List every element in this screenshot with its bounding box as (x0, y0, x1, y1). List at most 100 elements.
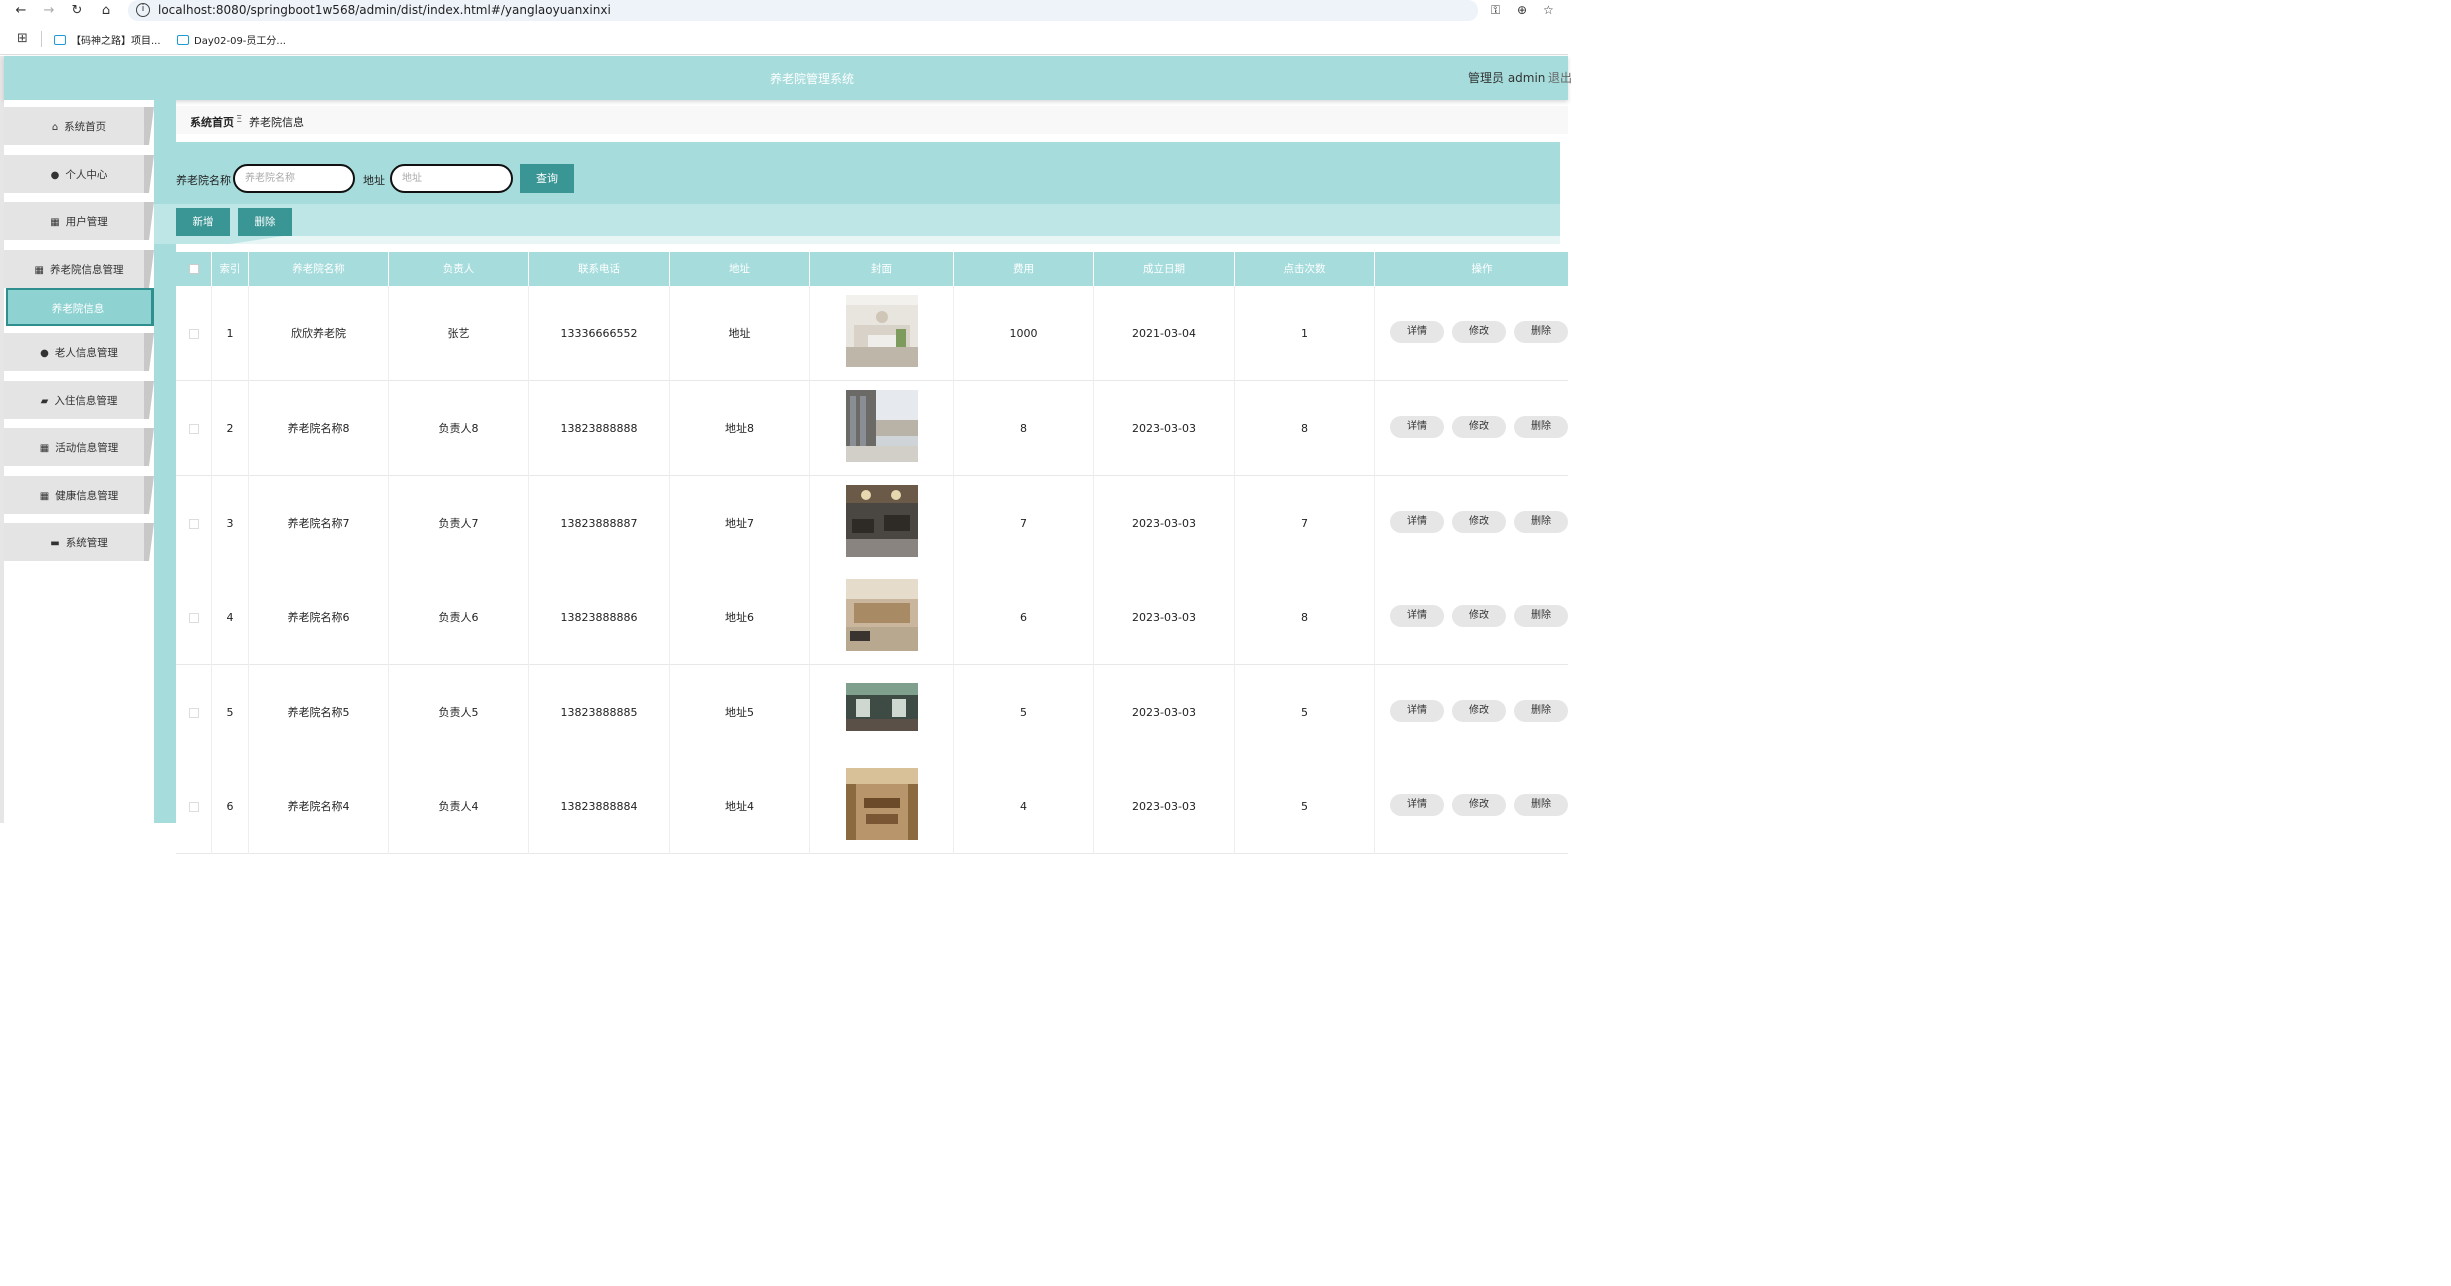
row-checkbox[interactable] (189, 708, 199, 718)
row-checkbox[interactable] (189, 424, 199, 434)
detail-button[interactable]: 详情 (1390, 605, 1444, 627)
sidebar-item-home[interactable]: ⌂ 系统首页 (4, 107, 154, 145)
delete-button[interactable]: 删除 (1514, 416, 1568, 438)
select-cell (176, 570, 212, 665)
home-icon[interactable]: ⌂ (97, 2, 115, 20)
sidebar-item-label: 系统管理 (65, 537, 108, 549)
name-search-input[interactable]: 养老院名称 (233, 164, 355, 193)
key-icon[interactable]: ⚿ (1491, 3, 1500, 18)
batch-delete-button[interactable]: 删除 (238, 208, 292, 236)
edit-button[interactable]: 修改 (1452, 794, 1506, 816)
table-row: 1 欣欣养老院 张艺 13336666552 地址 1000 2021-03-0… (176, 286, 1568, 381)
cover-image[interactable] (846, 485, 918, 557)
row-checkbox[interactable] (189, 329, 199, 339)
sidebar-subitem-nursing-home-info[interactable]: 养老院信息 (6, 288, 155, 326)
row-checkbox[interactable] (189, 519, 199, 529)
header-ops: 操作 (1471, 263, 1493, 275)
cell-name: 养老院名称6 (249, 570, 389, 665)
bookmark-item-1[interactable]: 【码神之路】项目... (54, 32, 161, 47)
reload-icon[interactable]: ↻ (68, 2, 86, 20)
cell-phone: 13823888884 (529, 759, 670, 854)
cell-index: 3 (212, 476, 249, 571)
delete-button[interactable]: 删除 (1514, 794, 1568, 816)
apps-grid-icon[interactable]: ⊞ (17, 32, 30, 45)
app-header: 养老院管理系统 管理员 admin 退出 (4, 56, 1572, 100)
edit-button[interactable]: 修改 (1452, 605, 1506, 627)
info-icon[interactable]: i (136, 3, 150, 17)
detail-button[interactable]: 详情 (1390, 416, 1444, 438)
header-index: 索引 (212, 252, 249, 286)
breadcrumb-home[interactable]: 系统首页 (190, 114, 234, 130)
logout-link[interactable]: 退出 (1548, 69, 1572, 86)
grid-icon: ▦ (34, 265, 44, 276)
back-icon[interactable]: ← (12, 2, 30, 20)
cover-image[interactable] (846, 390, 918, 462)
sidebar-item-label: 养老院信息管理 (49, 264, 124, 276)
cell-date: 2023-03-03 (1094, 570, 1235, 665)
cover-image[interactable] (846, 579, 918, 651)
address-label: 地址 (363, 174, 385, 187)
sidebar-item-elderly-management[interactable]: ● 老人信息管理 (4, 333, 154, 371)
sidebar-item-label: 系统首页 (64, 121, 107, 133)
header-fee: 费用 (954, 252, 1094, 286)
detail-button[interactable]: 详情 (1390, 321, 1444, 343)
select-cell (176, 759, 212, 854)
sidebar-item-health-management[interactable]: ▦ 健康信息管理 (4, 476, 154, 514)
delete-button[interactable]: 删除 (1514, 511, 1568, 533)
cover-image[interactable] (846, 295, 918, 367)
edit-button[interactable]: 修改 (1452, 321, 1506, 343)
header-cover: 封面 (810, 252, 954, 286)
delete-button[interactable]: 删除 (1514, 605, 1568, 627)
address-url[interactable]: localhost:8080/springboot1w568/admin/dis… (158, 3, 611, 17)
select-cell (176, 381, 212, 476)
zoom-icon[interactable]: ⊕ (1517, 3, 1527, 17)
cover-image[interactable] (846, 683, 918, 731)
row-checkbox[interactable] (189, 613, 199, 623)
sidebar-item-system-management[interactable]: ▬ 系统管理 (4, 523, 154, 561)
query-button[interactable]: 查询 (520, 164, 574, 193)
cell-clicks: 7 (1235, 476, 1375, 571)
cover-image[interactable] (846, 768, 918, 840)
action-panel-shadow (230, 236, 1560, 244)
restaurant-photo (846, 768, 918, 840)
table-row: 5 养老院名称5 负责人5 13823888885 地址5 5 2023-03-… (176, 665, 1568, 760)
cell-clicks: 5 (1235, 665, 1375, 760)
bilibili-icon (177, 35, 189, 45)
sidebar-subitem-label: 养老院信息 (51, 303, 105, 315)
select-all-checkbox[interactable] (189, 264, 199, 274)
forward-icon[interactable]: → (40, 2, 58, 20)
sidebar-item-activity-management[interactable]: ▦ 活动信息管理 (4, 428, 154, 466)
cell-name: 养老院名称8 (249, 381, 389, 476)
address-search-input[interactable]: 地址 (390, 164, 513, 193)
sidebar-item-checkin-management[interactable]: ▰ 入住信息管理 (4, 381, 154, 419)
sidebar-item-label: 活动信息管理 (55, 442, 119, 454)
cell-name: 养老院名称4 (249, 759, 389, 854)
row-checkbox[interactable] (189, 802, 199, 812)
edit-button[interactable]: 修改 (1452, 511, 1506, 533)
cell-date: 2021-03-04 (1094, 286, 1235, 381)
bookmark-item-2[interactable]: Day02-09-员工分... (177, 32, 286, 47)
cell-address: 地址5 (670, 665, 810, 760)
detail-button[interactable]: 详情 (1390, 511, 1444, 533)
select-cell (176, 476, 212, 571)
star-icon[interactable]: ☆ (1543, 3, 1554, 17)
cell-index: 6 (212, 759, 249, 854)
sidebar-item-user-management[interactable]: ▦ 用户管理 (4, 202, 154, 240)
detail-button[interactable]: 详情 (1390, 700, 1444, 722)
cell-manager: 负责人7 (389, 476, 529, 571)
cell-address: 地址6 (670, 570, 810, 665)
admin-label: 管理员 admin (1468, 71, 1546, 85)
delete-button[interactable]: 删除 (1514, 700, 1568, 722)
header-phone: 联系电话 (529, 252, 670, 286)
add-button[interactable]: 新增 (176, 208, 230, 236)
address-bar[interactable]: i localhost:8080/springboot1w568/admin/d… (128, 0, 1478, 21)
edit-button[interactable]: 修改 (1452, 416, 1506, 438)
detail-button[interactable]: 详情 (1390, 794, 1444, 816)
cell-address: 地址4 (670, 759, 810, 854)
sidebar-item-nursing-home-management[interactable]: ▦ 养老院信息管理 (4, 250, 154, 288)
delete-button[interactable]: 删除 (1514, 321, 1568, 343)
sidebar-item-personal-center[interactable]: ● 个人中心 (4, 155, 154, 193)
dining-hall-photo (846, 485, 918, 557)
edit-button[interactable]: 修改 (1452, 700, 1506, 722)
cell-phone: 13823888886 (529, 570, 670, 665)
